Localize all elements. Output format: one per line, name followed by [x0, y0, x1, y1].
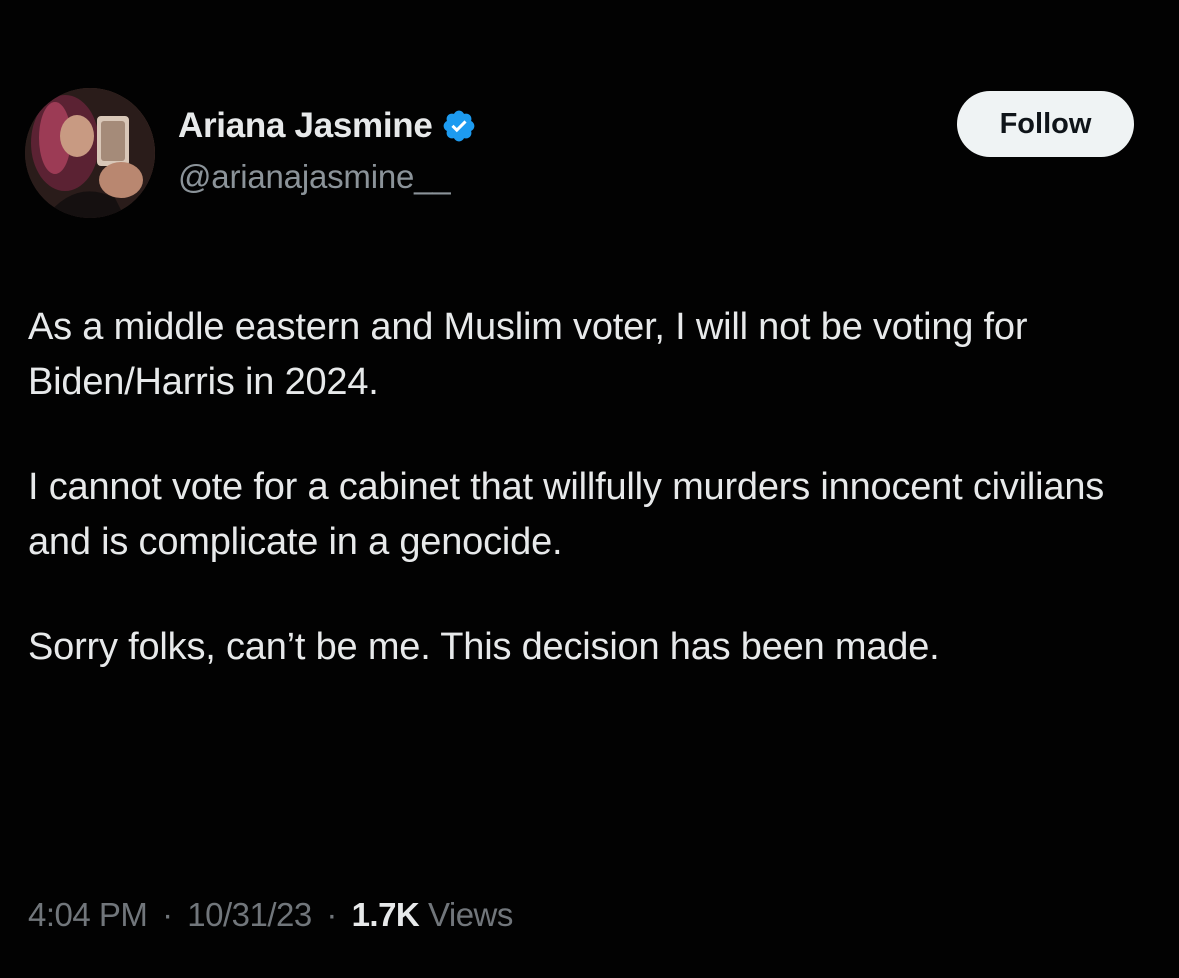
views-count: 1.7K	[351, 896, 420, 933]
tweet-meta: 4:04 PM · 10/31/23 · 1.7K Views	[28, 896, 513, 934]
tweet-paragraph: Sorry folks, can’t be me. This decision …	[28, 626, 940, 668]
tweet-date[interactable]: 10/31/23	[187, 896, 312, 933]
tweet-body: As a middle eastern and Muslim voter, I …	[28, 300, 1148, 725]
avatar-image	[25, 88, 155, 218]
tweet-paragraph: As a middle eastern and Muslim voter, I …	[28, 306, 1028, 403]
avatar[interactable]	[25, 88, 155, 218]
author-display-name[interactable]: Ariana Jasmine	[178, 106, 433, 146]
tweet-card: Ariana Jasmine @arianajasmine__ Follow A…	[0, 0, 1179, 978]
views-label: Views	[427, 896, 513, 933]
meta-separator: ·	[162, 896, 173, 933]
verified-badge-icon	[441, 108, 477, 144]
author-handle[interactable]: @arianajasmine__	[178, 158, 451, 196]
follow-button[interactable]: Follow	[957, 91, 1134, 157]
tweet-paragraph: I cannot vote for a cabinet that willful…	[28, 466, 1105, 563]
tweet-time[interactable]: 4:04 PM	[28, 896, 148, 933]
meta-separator: ·	[326, 896, 337, 933]
author-name-row: Ariana Jasmine	[178, 104, 477, 148]
